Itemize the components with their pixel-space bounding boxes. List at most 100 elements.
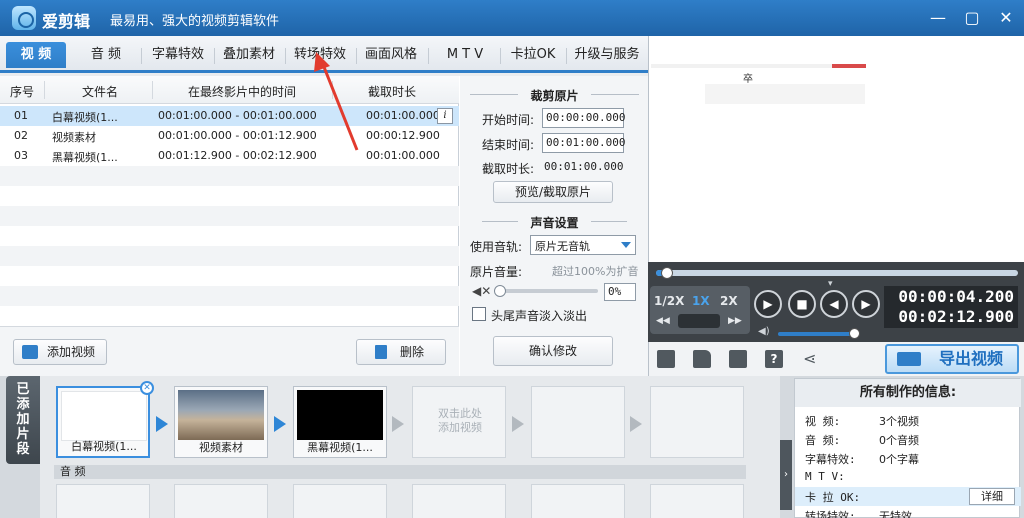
delete-button[interactable]: 删除 [356, 339, 446, 365]
help-icon[interactable]: ? [765, 350, 783, 368]
minimize-icon[interactable]: — [926, 6, 950, 30]
new-project-icon[interactable] [657, 350, 675, 368]
clip-row[interactable]: 03 黑幕视频(1... 00:01:12.900 - 00:02:12.900… [0, 146, 459, 166]
next-frame-icon[interactable]: ▶ [852, 290, 880, 318]
arrow-right-icon [156, 416, 168, 432]
volume-slider-track[interactable] [494, 289, 598, 293]
info-value: 无特效 [879, 510, 912, 518]
clip-duration: 00:01:00.000 [366, 149, 440, 162]
tab-picture-style[interactable]: 画面风格 [359, 42, 423, 68]
tab-subtitle-effects[interactable]: 字幕特效 [146, 42, 210, 68]
audio-slot[interactable] [412, 484, 506, 518]
video-preview[interactable]: 卒 [648, 36, 1024, 262]
audio-slot[interactable] [650, 484, 744, 518]
end-time-field[interactable]: 00:01:00.000 [542, 133, 625, 153]
detail-button[interactable]: 详细 [969, 488, 1015, 505]
add-video-button[interactable]: 添加视频 [13, 339, 107, 365]
player-volume-knob[interactable] [849, 328, 860, 339]
clip-thumbnail [297, 390, 383, 440]
jog-wheel[interactable] [678, 314, 720, 328]
empty-row [0, 186, 459, 206]
tab-transitions[interactable]: 转场特效 [288, 42, 352, 68]
empty-slot [650, 386, 744, 458]
fade-checkbox[interactable] [472, 307, 486, 321]
start-time-field[interactable]: 00:00:00.000 [542, 108, 625, 128]
add-video-hint: 双击此处 添加视频 [438, 407, 482, 434]
audio-track-value: 原片无音轨 [535, 240, 590, 253]
info-row-mtv: M T V: [795, 468, 1021, 487]
added-clips-tab[interactable]: 已添加片段 [6, 376, 40, 464]
tab-audio[interactable]: 音 频 [76, 42, 136, 68]
length-label: 截取时长: [482, 162, 535, 176]
volume-value-field[interactable]: 0% [604, 283, 636, 301]
open-folder-icon[interactable] [693, 350, 711, 368]
timeline-clip[interactable]: 黑幕视频(1... [293, 386, 387, 458]
rewind-icon[interactable]: ◀◀ [656, 316, 670, 326]
mute-icon[interactable]: ◀✕ [472, 284, 491, 298]
tab-overlay[interactable]: 叠加素材 [217, 42, 281, 68]
collapse-panel-icon[interactable]: › [780, 440, 792, 510]
preview-strip-red [832, 64, 866, 68]
share-icon[interactable]: ⋖ [803, 350, 821, 368]
add-video-slot[interactable]: 双击此处 添加视频 [412, 386, 506, 458]
col-filename: 文件名 [82, 85, 119, 99]
seek-bar[interactable] [656, 267, 1018, 279]
stop-icon[interactable]: ■ [788, 290, 816, 318]
added-clips-label: 已添加片段 [16, 382, 30, 457]
audio-slot[interactable] [531, 484, 625, 518]
clip-list-actions: 添加视频 删除 [0, 326, 459, 376]
clip-row[interactable]: 02 视频素材 00:01:00.000 - 00:01:12.900 00:0… [0, 126, 459, 146]
tab-separator [500, 48, 501, 64]
audio-track-label: 音 频 [54, 465, 746, 479]
volume-label: 原片音量: [470, 265, 523, 279]
info-key: 卡 拉 OK: [805, 491, 861, 504]
tab-mtv[interactable]: M T V [432, 42, 498, 68]
clip-name: 白幕视频(1... [52, 111, 118, 124]
clip-info-button[interactable]: i [437, 108, 453, 124]
arrow-right-icon [512, 416, 524, 432]
fast-forward-icon[interactable]: ▶▶ [728, 316, 742, 326]
player-controls: ▾ 1/2X 1X 2X ◀◀ ▶▶ ▶ ■ ◀ ▶ ◀) 00:00:04.2… [648, 262, 1024, 342]
empty-row [0, 226, 459, 246]
length-value: 00:01:00.000 [544, 160, 624, 173]
player-volume-bar[interactable] [778, 332, 858, 336]
tab-separator [566, 48, 567, 64]
close-icon[interactable]: ✕ [994, 6, 1018, 30]
clip-list-panel: 序号 文件名 在最终影片中的时间 截取时长 01 白幕视频(1... 00:01… [0, 76, 459, 326]
info-key: 音 频: [805, 434, 841, 447]
tab-karaoke[interactable]: 卡拉OK [503, 42, 563, 68]
timeline-clip[interactable]: 视频素材 [174, 386, 268, 458]
preview-trim-button[interactable]: 预览/截取原片 [493, 181, 613, 203]
save-icon[interactable] [729, 350, 747, 368]
clip-range: 00:01:00.000 - 00:01:00.000 [158, 109, 317, 122]
info-key: 视 频: [805, 415, 841, 428]
confirm-button[interactable]: 确认修改 [493, 336, 613, 366]
tab-upgrade[interactable]: 升级与服务 [569, 42, 645, 68]
section-divider [591, 221, 627, 222]
arrow-right-icon [630, 416, 642, 432]
audio-slot[interactable] [293, 484, 387, 518]
audio-slot[interactable] [56, 484, 150, 518]
play-icon[interactable]: ▶ [754, 290, 782, 318]
production-info-panel: 所有制作的信息: 视 频: 3个视频 音 频: 0个音频 字幕特效: 0个字幕 … [794, 378, 1021, 518]
speed-half[interactable]: 1/2X [654, 294, 684, 308]
volume-slider-knob[interactable] [494, 285, 506, 297]
audio-track-select[interactable]: 原片无音轨 [530, 235, 636, 255]
speed-double[interactable]: 2X [720, 294, 738, 308]
audio-slot[interactable] [174, 484, 268, 518]
info-row-audio: 音 频: 0个音频 [795, 430, 1021, 449]
sound-section-title: 声音设置 [530, 216, 579, 230]
clip-row[interactable]: 01 白幕视频(1... 00:01:00.000 - 00:01:00.000… [0, 106, 459, 126]
prev-frame-icon[interactable]: ◀ [820, 290, 848, 318]
tab-video[interactable]: 视 频 [6, 42, 66, 68]
timeline-clip[interactable]: 白幕视频(1... [56, 386, 150, 458]
speed-normal[interactable]: 1X [692, 294, 710, 308]
export-video-button[interactable]: 导出视频 [885, 344, 1019, 374]
volume-icon[interactable]: ◀) [758, 326, 770, 337]
chevron-down-icon[interactable]: ▾ [828, 279, 833, 289]
seek-knob[interactable] [660, 267, 673, 279]
maximize-icon[interactable]: ▢ [960, 6, 984, 30]
track-label: 使用音轨: [470, 240, 523, 254]
chevron-down-icon [621, 242, 631, 248]
remove-clip-icon[interactable]: ✕ [140, 381, 154, 395]
